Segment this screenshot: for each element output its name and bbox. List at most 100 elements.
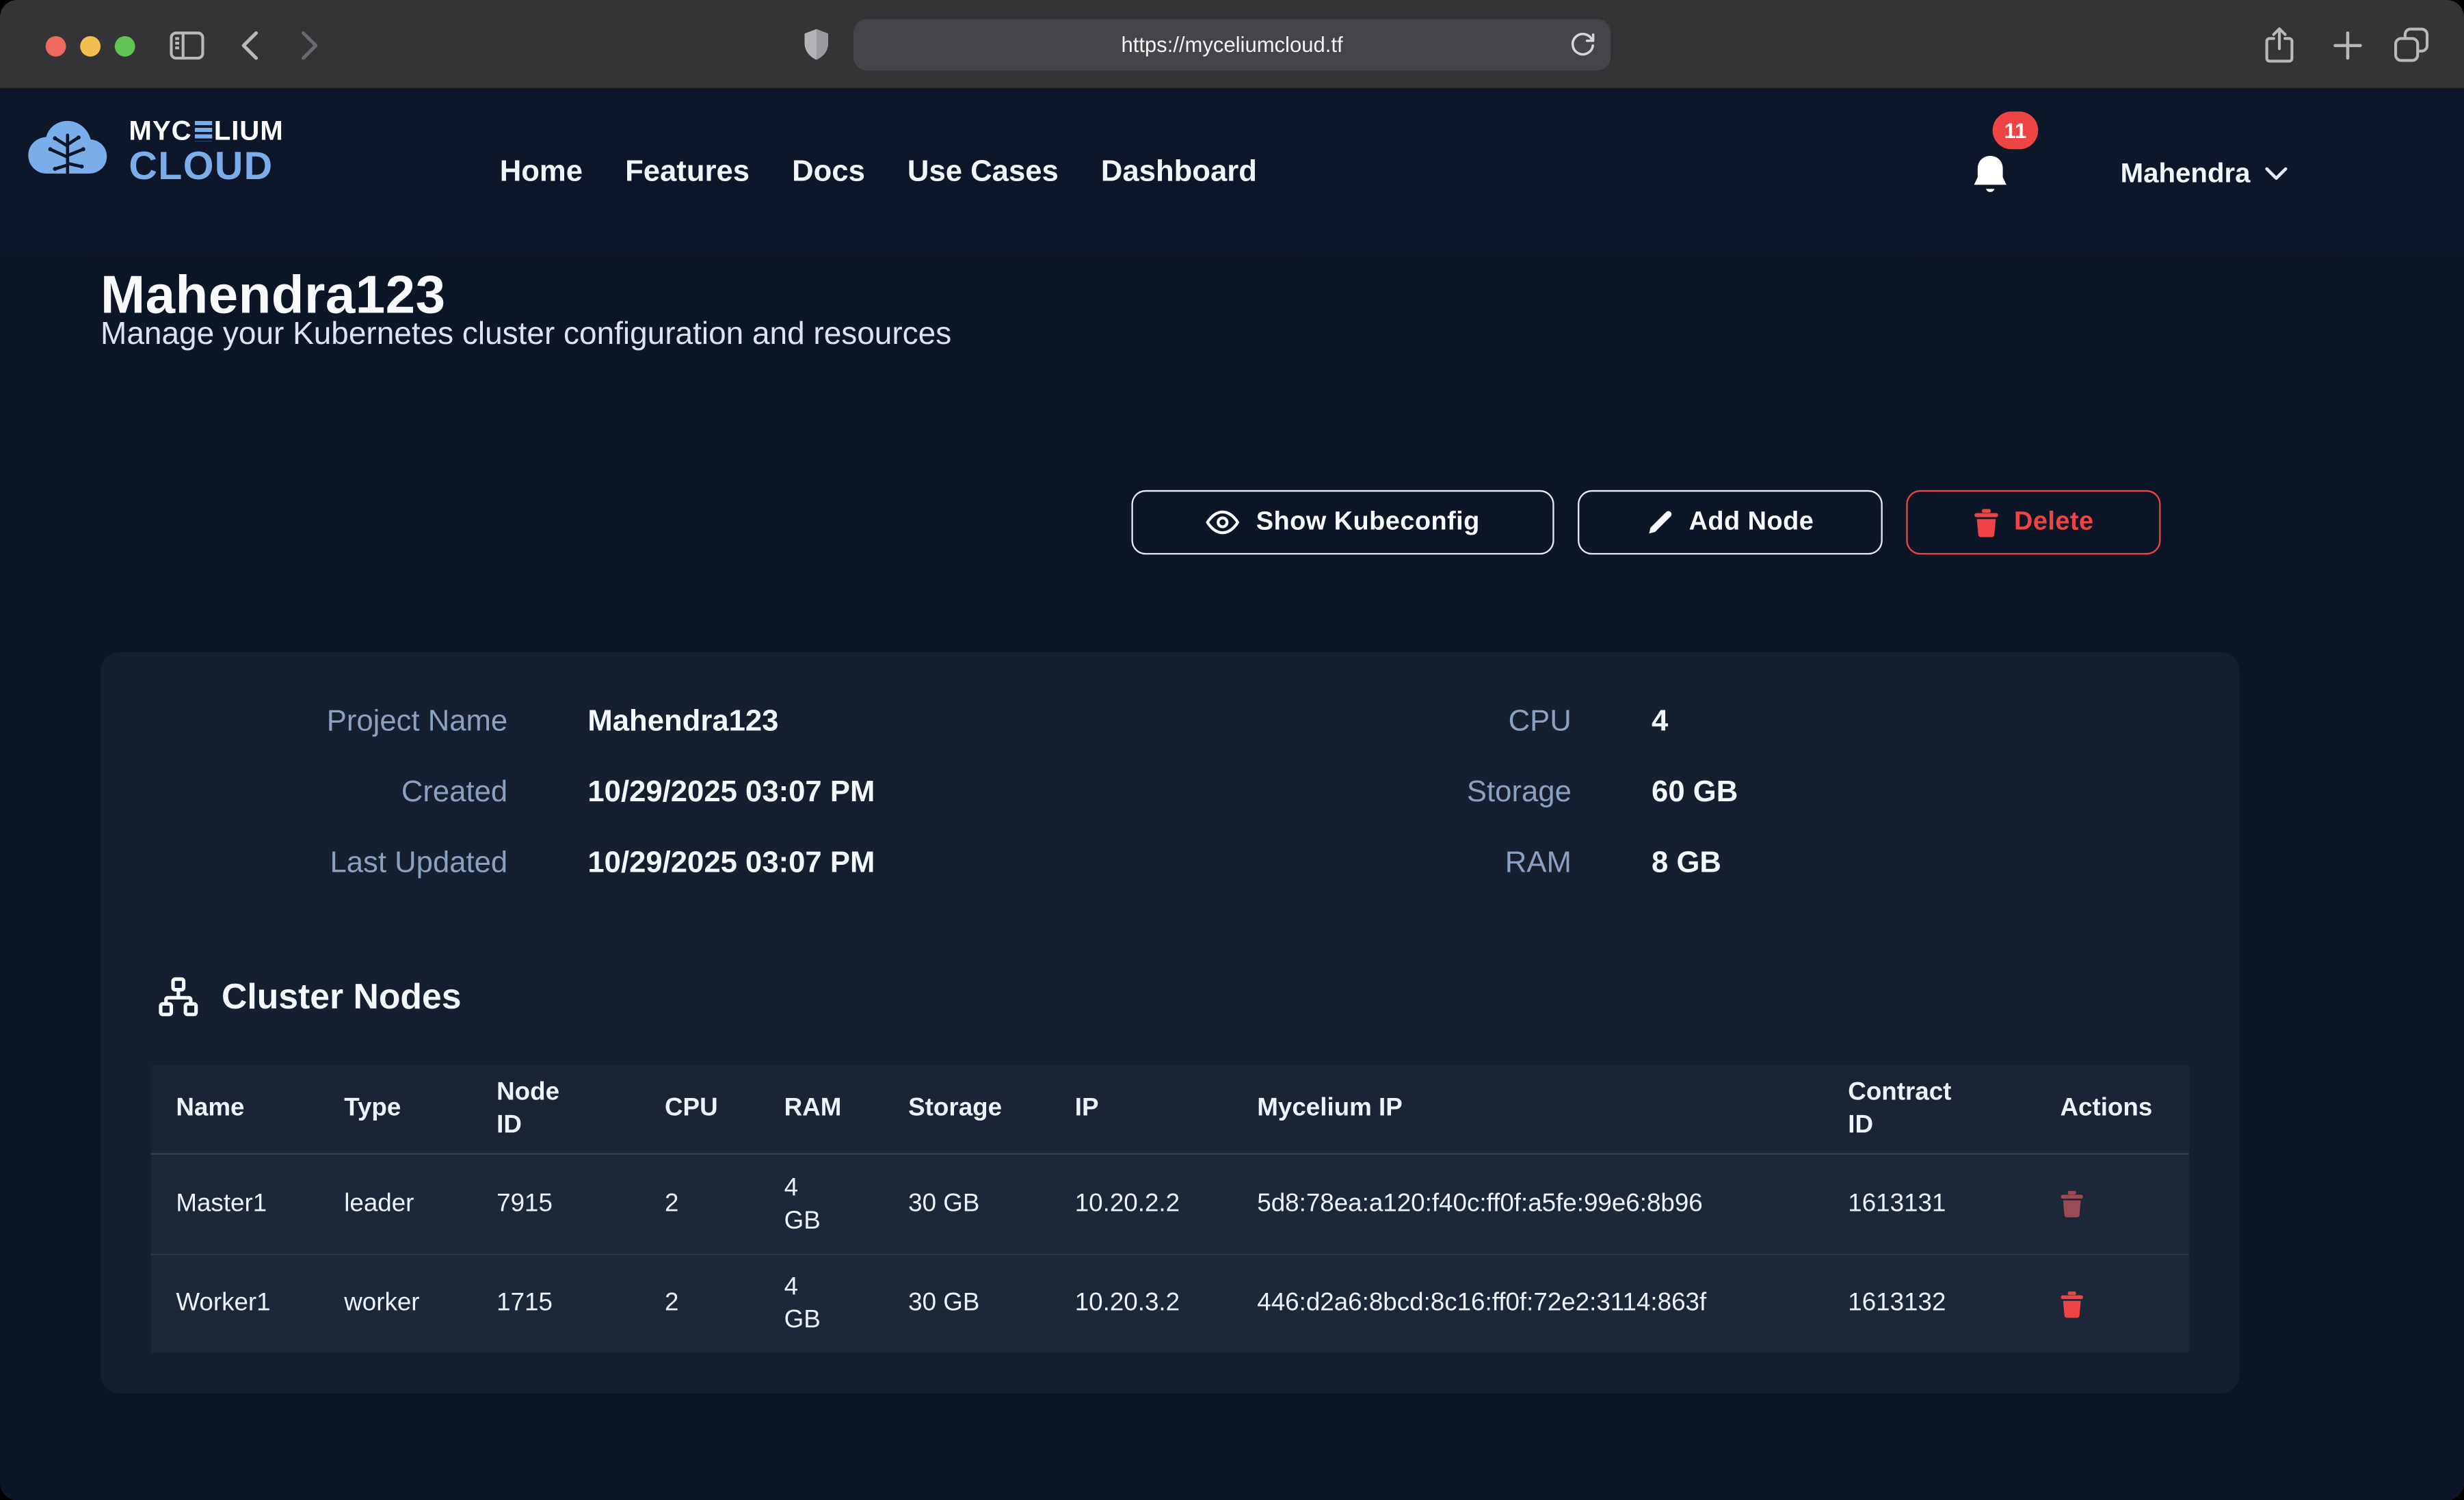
cell-ip: 10.20.3.2 [1050, 1290, 1232, 1318]
user-name: Mahendra [2121, 157, 2251, 189]
col-header-actions: Actions [2035, 1095, 2189, 1123]
delete-cluster-button[interactable]: Delete [1906, 490, 2160, 554]
detail-created: Created 10/29/2025 03:07 PM [101, 775, 875, 812]
table-header-row: Name Type Node ID CPU RAM Storage IP Myc… [151, 1065, 2189, 1155]
cell-ram: 4 GB [759, 1271, 884, 1337]
tab-overview-icon[interactable] [2394, 0, 2430, 90]
minimize-window-button[interactable] [80, 36, 101, 57]
trash-icon [1973, 508, 1998, 536]
details-right-column: CPU 4 Storage 60 GB RAM 8 GB [1201, 704, 1738, 915]
cell-node-id: 7915 [471, 1190, 639, 1218]
cell-name: Master1 [151, 1190, 319, 1218]
detail-label: Storage [1201, 775, 1572, 812]
browser-toolbar: https://myceliumcloud.tf [0, 0, 2464, 90]
forward-icon[interactable] [300, 0, 319, 90]
cell-actions [2035, 1191, 2189, 1218]
nav-links: Home Features Docs Use Cases Dashboard [500, 90, 1257, 256]
new-tab-icon[interactable] [2332, 0, 2363, 90]
notification-count-badge: 11 [1993, 111, 2039, 149]
screenshot-stage: https://myceliumcloud.tf [0, 0, 2464, 1500]
add-node-label: Add Node [1689, 507, 1814, 537]
cluster-nodes-table: Name Type Node ID CPU RAM Storage IP Myc… [151, 1065, 2189, 1353]
cell-storage: 30 GB [883, 1190, 1050, 1218]
detail-value: Mahendra123 [587, 704, 778, 741]
detail-value: 10/29/2025 03:07 PM [587, 845, 875, 883]
col-header-node-id: Node ID [471, 1076, 639, 1142]
cloud-logo-icon [22, 116, 113, 189]
col-header-ip: IP [1050, 1095, 1232, 1123]
detail-label: Project Name [101, 704, 507, 741]
cell-mycelium-ip: 5d8:78ea:a120:f40c:ff0f:a5fe:99e6:8b96 [1232, 1187, 1823, 1222]
browser-window: https://myceliumcloud.tf [0, 0, 2464, 1500]
web-page: Mahendra123 Manage your Kubernetes clust… [0, 90, 2464, 1500]
detail-value: 8 GB [1652, 845, 1721, 883]
window-controls [46, 36, 135, 57]
cell-contract-id: 1613131 [1823, 1190, 2035, 1218]
cluster-nodes-title: Cluster Nodes [222, 976, 462, 1017]
col-header-storage: Storage [883, 1095, 1050, 1123]
delete-label: Delete [2014, 507, 2094, 537]
brand-myc: MYC [129, 118, 191, 145]
detail-value: 4 [1652, 704, 1668, 741]
cell-cpu: 2 [639, 1290, 759, 1318]
cell-storage: 30 GB [883, 1290, 1050, 1318]
nav-link-use-cases[interactable]: Use Cases [908, 155, 1059, 190]
table-row: Master1 leader 7915 2 4 GB 30 GB 10.20.2… [151, 1155, 2189, 1254]
cell-cpu: 2 [639, 1190, 759, 1218]
pencil-icon [1647, 509, 1673, 536]
col-header-cpu: CPU [639, 1095, 759, 1123]
add-node-button[interactable]: Add Node [1578, 490, 1883, 554]
detail-project-name: Project Name Mahendra123 [101, 704, 875, 741]
cell-name: Worker1 [151, 1290, 319, 1318]
detail-value: 60 GB [1652, 775, 1738, 812]
back-icon[interactable] [241, 0, 260, 90]
detail-last-updated: Last Updated 10/29/2025 03:07 PM [101, 845, 875, 883]
nav-link-features[interactable]: Features [625, 155, 750, 190]
reload-icon[interactable] [1568, 30, 1595, 60]
col-header-name: Name [151, 1095, 319, 1123]
detail-storage: Storage 60 GB [1201, 775, 1738, 812]
cluster-details-panel: Project Name Mahendra123 Created 10/29/2… [101, 652, 2239, 1394]
detail-ram: RAM 8 GB [1201, 845, 1738, 883]
brand-e-glyph [194, 121, 211, 142]
cell-node-id: 1715 [471, 1290, 639, 1318]
address-bar[interactable]: https://myceliumcloud.tf [853, 19, 1611, 71]
site-navbar: MYC LIUM CLOUD Home Features Docs Use Cas… [0, 90, 2464, 256]
nav-link-dashboard[interactable]: Dashboard [1101, 155, 1257, 190]
share-icon[interactable] [2263, 0, 2296, 90]
cell-ram: 4 GB [759, 1171, 884, 1237]
user-menu[interactable]: Mahendra [2121, 90, 2288, 256]
nav-link-home[interactable]: Home [500, 155, 583, 190]
cell-mycelium-ip: 446:d2a6:8bcd:8c16:ff0f:72e2:3114:863f [1232, 1287, 1823, 1322]
cell-type: worker [319, 1290, 471, 1318]
brand-lium: LIUM [214, 118, 284, 145]
show-kubeconfig-button[interactable]: Show Kubeconfig [1131, 490, 1554, 554]
brand-cloud: CLOUD [129, 148, 283, 187]
cluster-nodes-heading: Cluster Nodes [157, 976, 462, 1018]
detail-label: Last Updated [101, 845, 507, 883]
delete-node-button[interactable] [2060, 1291, 2083, 1317]
eye-icon [1206, 509, 1241, 536]
delete-node-button[interactable] [2060, 1191, 2083, 1218]
nav-link-docs[interactable]: Docs [792, 155, 865, 190]
cell-ip: 10.20.2.2 [1050, 1190, 1232, 1218]
col-header-mycelium-ip: Mycelium IP [1232, 1095, 1823, 1123]
detail-label: Created [101, 775, 507, 812]
page-subtitle: Manage your Kubernetes cluster configura… [101, 317, 951, 353]
sidebar-toggle-icon[interactable] [170, 0, 204, 90]
brand-logo[interactable]: MYC LIUM CLOUD [22, 116, 284, 189]
cell-type: leader [319, 1190, 471, 1218]
col-header-ram: RAM [759, 1095, 884, 1123]
show-kubeconfig-label: Show Kubeconfig [1256, 507, 1480, 537]
chevron-down-icon [2264, 165, 2288, 180]
cell-actions [2035, 1291, 2189, 1317]
detail-value: 10/29/2025 03:07 PM [587, 775, 875, 812]
privacy-shield-icon[interactable] [803, 0, 830, 90]
details-left-column: Project Name Mahendra123 Created 10/29/2… [101, 704, 875, 915]
detail-label: RAM [1201, 845, 1572, 883]
zoom-window-button[interactable] [115, 36, 135, 57]
close-window-button[interactable] [46, 36, 66, 57]
detail-label: CPU [1201, 704, 1572, 741]
brand-wordmark: MYC LIUM CLOUD [129, 118, 283, 187]
notification-bell-icon[interactable] [1969, 152, 2011, 200]
